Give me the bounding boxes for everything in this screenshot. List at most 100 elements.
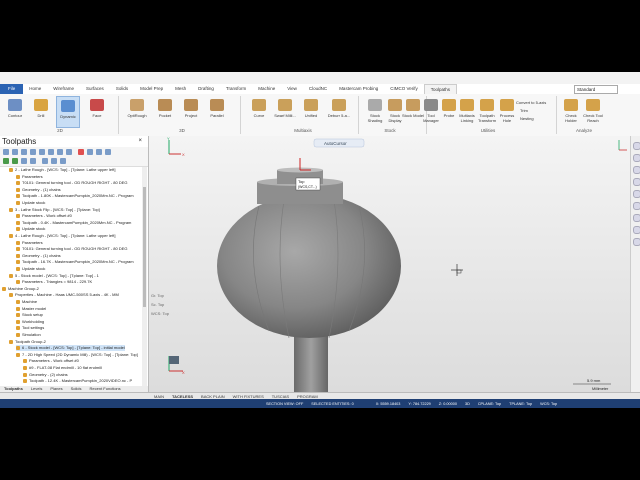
tree-item[interactable]: Machine Group-2: [2, 286, 39, 292]
deburr-button[interactable]: Deburr 5-a...: [326, 96, 352, 126]
tree-item[interactable]: Toolpath - 0.4K - MastercamPumpkin_2020M…: [16, 220, 131, 226]
multiaxis-linking-button[interactable]: Multiaxis Linking: [456, 96, 478, 126]
tab-drafting[interactable]: Drafting: [192, 84, 220, 94]
move-up-icon[interactable]: [12, 158, 18, 164]
scroll-to-icon[interactable]: [30, 158, 36, 164]
tab-transform[interactable]: Transform: [220, 84, 252, 94]
tree-item[interactable]: Update stock: [16, 200, 45, 206]
shading-icon[interactable]: [633, 166, 640, 174]
tab-mastercam-probing[interactable]: Mastercam Probing: [333, 84, 384, 94]
tab-view[interactable]: View: [281, 84, 303, 94]
simulate-icon[interactable]: [57, 149, 63, 155]
regenerate-dirty-icon[interactable]: [30, 149, 36, 155]
toolpath-transform-button[interactable]: Toolpath Transform: [476, 96, 498, 126]
check-holder-button[interactable]: Check Holder: [560, 96, 582, 126]
insert-arrow-icon[interactable]: [21, 158, 27, 164]
delete-icon[interactable]: [78, 149, 84, 155]
panel-close-icon[interactable]: ×: [138, 138, 142, 144]
tree-item[interactable]: T0101: General turning tool - OD ROUGH R…: [16, 180, 128, 186]
convert-5axis-button[interactable]: Convert to 5-axis: [516, 100, 546, 105]
tab-machine[interactable]: Machine: [252, 84, 281, 94]
tree-item[interactable]: 6 - Stock model - [WCS: Top] - [Tplane: …: [16, 345, 125, 352]
backplot-icon[interactable]: [39, 149, 45, 155]
tree-item[interactable]: Parameters - Work offset #0: [16, 213, 72, 219]
tab-solids[interactable]: Solids: [110, 84, 134, 94]
tree-item[interactable]: Update stock: [16, 266, 45, 272]
lock-icon[interactable]: [87, 149, 93, 155]
levels-icon[interactable]: [633, 202, 640, 210]
pocket-button[interactable]: Pocket: [154, 96, 176, 126]
zoom-icon[interactable]: [633, 154, 640, 162]
tree-scrollbar[interactable]: [142, 167, 147, 392]
tab-mesh[interactable]: Mesh: [169, 84, 192, 94]
tree-item[interactable]: Parameters - Triangles = 9814 - 229.7K: [16, 279, 92, 285]
tool-manager-button[interactable]: Tool Manager: [420, 96, 442, 126]
tree-item[interactable]: Stock setup: [16, 312, 43, 318]
toggle-display-icon[interactable]: [96, 149, 102, 155]
tree-item[interactable]: Toolpath Group-2: [9, 339, 46, 345]
tree-item[interactable]: Master model: [16, 306, 46, 312]
dynamic-button[interactable]: Dynamic: [56, 96, 80, 128]
help-icon[interactable]: [60, 158, 66, 164]
select-all-icon[interactable]: [3, 149, 9, 155]
tab-wireframe[interactable]: Wireframe: [47, 84, 80, 94]
tree-item[interactable]: Toolpath - 16.7K - MastercamPumpkin_2020…: [16, 259, 134, 265]
contour-button[interactable]: Contour: [4, 96, 26, 126]
tree-item[interactable]: 7 - 2D High Speed (2D Dynamic Mill) - [W…: [16, 352, 138, 358]
scrollbar-thumb[interactable]: [143, 187, 146, 307]
tree-item[interactable]: 5 - Stock model - [WCS: Top] - [Tplane: …: [9, 273, 99, 279]
face-button[interactable]: Face: [86, 96, 108, 126]
status-mode[interactable]: 3D: [461, 402, 474, 406]
tree-item[interactable]: Geometry - (2) chains: [23, 372, 68, 378]
regenerate-icon[interactable]: [21, 149, 27, 155]
tree-item[interactable]: Tool settings: [16, 325, 44, 331]
tree-item[interactable]: Toolpath - 12.4K - MastercamPumpkin_2020…: [23, 378, 132, 384]
select-failed-icon[interactable]: [12, 149, 18, 155]
tab-toolpaths[interactable]: Toolpaths: [423, 83, 457, 95]
expand-icon[interactable]: [42, 158, 48, 164]
check-tool-reach-button[interactable]: Check Tool Reach: [580, 96, 606, 126]
tree-item[interactable]: Simulation: [16, 332, 41, 338]
color-icon[interactable]: [633, 214, 640, 222]
toggle-post-icon[interactable]: [105, 149, 111, 155]
tree-item[interactable]: #9 - FLAT-08 Flat endmill - 10 flat endm…: [23, 365, 102, 371]
graphics-viewport[interactable]: AutoCursor Top (WCS,CT...) X Y X 5.9 mm …: [149, 136, 630, 392]
tab-surfaces[interactable]: Surfaces: [80, 84, 110, 94]
tree-item[interactable]: 3 - Lathe Stock Flip - [WCS: Top] - [Tpl…: [9, 207, 100, 213]
fit-icon[interactable]: [633, 142, 640, 150]
project-button[interactable]: Project: [180, 96, 202, 126]
tree-item[interactable]: Properties - Machine - Haas UMC-500SS 5-…: [9, 292, 119, 298]
post-icon[interactable]: [66, 149, 72, 155]
tab-home[interactable]: Home: [23, 84, 47, 94]
tree-item[interactable]: Workholding: [16, 319, 44, 325]
status-section-view[interactable]: SECTION VIEW: OFF: [262, 402, 307, 406]
unified-button[interactable]: Unified: [300, 96, 322, 126]
trim-button[interactable]: Trim: [520, 108, 528, 113]
model-view[interactable]: AutoCursor Top (WCS,CT...) X Y X 5.9 mm …: [149, 136, 630, 392]
hide-icon[interactable]: [633, 226, 640, 234]
optirough-button[interactable]: OptiRough: [124, 96, 150, 126]
tab-cloudnc[interactable]: CloudNC: [303, 84, 333, 94]
curve-button[interactable]: Curve: [248, 96, 270, 126]
view-cube-icon[interactable]: [169, 356, 179, 364]
tree-item[interactable]: T0101: General turning tool - OD ROUGH R…: [16, 246, 128, 252]
move-down-icon[interactable]: [3, 158, 9, 164]
collapse-icon[interactable]: [51, 158, 57, 164]
status-tplane[interactable]: TPLANE: Top: [505, 402, 536, 406]
analyze-icon[interactable]: [633, 238, 640, 246]
tree-item[interactable]: Geometry - (1) chains: [16, 187, 61, 193]
tree-item[interactable]: Parameters: [16, 174, 43, 180]
stock-shading-button[interactable]: Stock Shading: [364, 96, 386, 126]
tree-item[interactable]: 4 - Lathe Rough - [WCS: Top] - [Tplane: …: [9, 233, 115, 239]
section-view-icon[interactable]: [633, 190, 640, 198]
tree-item[interactable]: Machine: [16, 299, 37, 305]
tree-item[interactable]: Parameters - Work offset #0: [23, 358, 79, 364]
tree-item[interactable]: Geometry - (1) chains: [16, 253, 61, 259]
tree-item[interactable]: 2 - Lathe Rough - [WCS: Top] - [Tplane: …: [9, 167, 115, 173]
wireframe-icon[interactable]: [633, 178, 640, 186]
drill-button[interactable]: Drill: [30, 96, 52, 126]
tree-item[interactable]: Parameters: [16, 240, 43, 246]
status-cplane[interactable]: CPLANE: Top: [474, 402, 505, 406]
tab-cimco-verify[interactable]: CIMCO Verify: [384, 84, 424, 94]
tab-model-prep[interactable]: Model Prep: [134, 84, 169, 94]
